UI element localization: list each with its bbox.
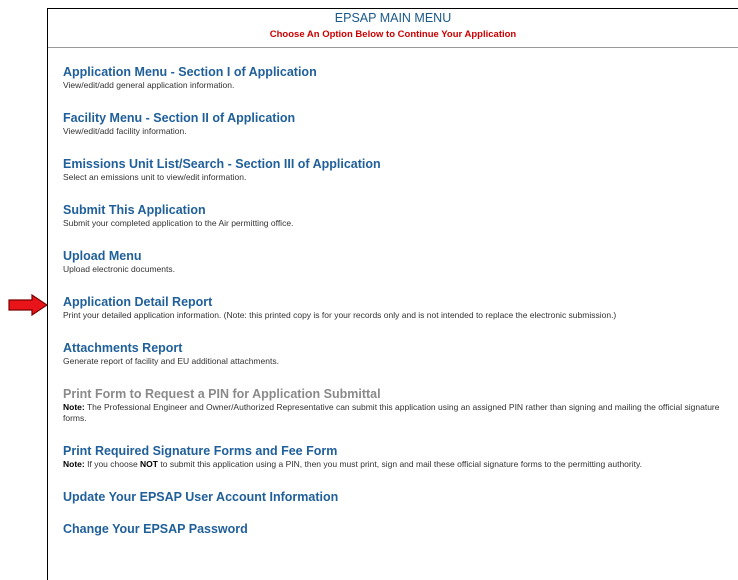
emissions-unit-link[interactable]: Emissions Unit List/Search - Section III… xyxy=(63,157,729,171)
facility-menu-desc: View/edit/add facility information. xyxy=(63,126,187,136)
header-divider xyxy=(48,47,738,48)
menu-item-change-password: Change Your EPSAP Password xyxy=(63,522,729,536)
emissions-unit-desc: Select an emissions unit to view/edit in… xyxy=(63,172,247,182)
change-password-link[interactable]: Change Your EPSAP Password xyxy=(63,522,729,536)
upload-menu-link[interactable]: Upload Menu xyxy=(63,249,729,263)
menu-item-emissions-unit: Emissions Unit List/Search - Section III… xyxy=(63,157,729,183)
pin-request-desc: Note: The Professional Engineer and Owne… xyxy=(63,402,729,424)
menu-item-facility: Facility Menu - Section II of Applicatio… xyxy=(63,111,729,137)
attachments-report-link[interactable]: Attachments Report xyxy=(63,341,729,355)
menu-item-update-account: Update Your EPSAP User Account Informati… xyxy=(63,490,729,504)
signature-forms-desc: Note: If you choose NOT to submit this a… xyxy=(63,459,729,470)
signature-forms-text-b: to submit this application using a PIN, … xyxy=(160,459,642,469)
pin-request-text: The Professional Engineer and Owner/Auth… xyxy=(63,402,720,423)
arrow-right-icon xyxy=(8,293,49,321)
application-detail-report-desc: Print your detailed application informat… xyxy=(63,310,617,320)
not-emphasis: NOT xyxy=(140,459,158,469)
note-label: Note: xyxy=(63,402,85,412)
menu-item-attachments: Attachments Report Generate report of fa… xyxy=(63,341,729,367)
menu-list: Application Menu - Section I of Applicat… xyxy=(63,65,729,536)
submit-application-link[interactable]: Submit This Application xyxy=(63,203,729,217)
main-menu-panel: EPSAP MAIN MENU Choose An Option Below t… xyxy=(47,8,738,580)
application-menu-desc: View/edit/add general application inform… xyxy=(63,80,235,90)
signature-forms-text-a: If you choose xyxy=(87,459,138,469)
menu-item-application: Application Menu - Section I of Applicat… xyxy=(63,65,729,91)
page-subtitle: Choose An Option Below to Continue Your … xyxy=(269,29,517,40)
attachments-report-desc: Generate report of facility and EU addit… xyxy=(63,356,279,366)
pin-request-link[interactable]: Print Form to Request a PIN for Applicat… xyxy=(63,387,729,401)
note-label: Note: xyxy=(63,459,85,469)
update-account-link[interactable]: Update Your EPSAP User Account Informati… xyxy=(63,490,729,504)
upload-menu-desc: Upload electronic documents. xyxy=(63,264,175,274)
signature-forms-link[interactable]: Print Required Signature Forms and Fee F… xyxy=(63,444,729,458)
submit-application-desc: Submit your completed application to the… xyxy=(63,218,294,228)
menu-item-detail-report: Application Detail Report Print your det… xyxy=(63,295,729,321)
page-title: EPSAP MAIN MENU xyxy=(334,11,452,25)
application-detail-report-link[interactable]: Application Detail Report xyxy=(63,295,729,309)
menu-item-signature-forms: Print Required Signature Forms and Fee F… xyxy=(63,444,729,470)
application-menu-link[interactable]: Application Menu - Section I of Applicat… xyxy=(63,65,729,79)
menu-header: EPSAP MAIN MENU Choose An Option Below t… xyxy=(48,9,738,41)
menu-item-pin-request: Print Form to Request a PIN for Applicat… xyxy=(63,387,729,424)
menu-item-upload: Upload Menu Upload electronic documents. xyxy=(63,249,729,275)
menu-item-submit: Submit This Application Submit your comp… xyxy=(63,203,729,229)
facility-menu-link[interactable]: Facility Menu - Section II of Applicatio… xyxy=(63,111,729,125)
